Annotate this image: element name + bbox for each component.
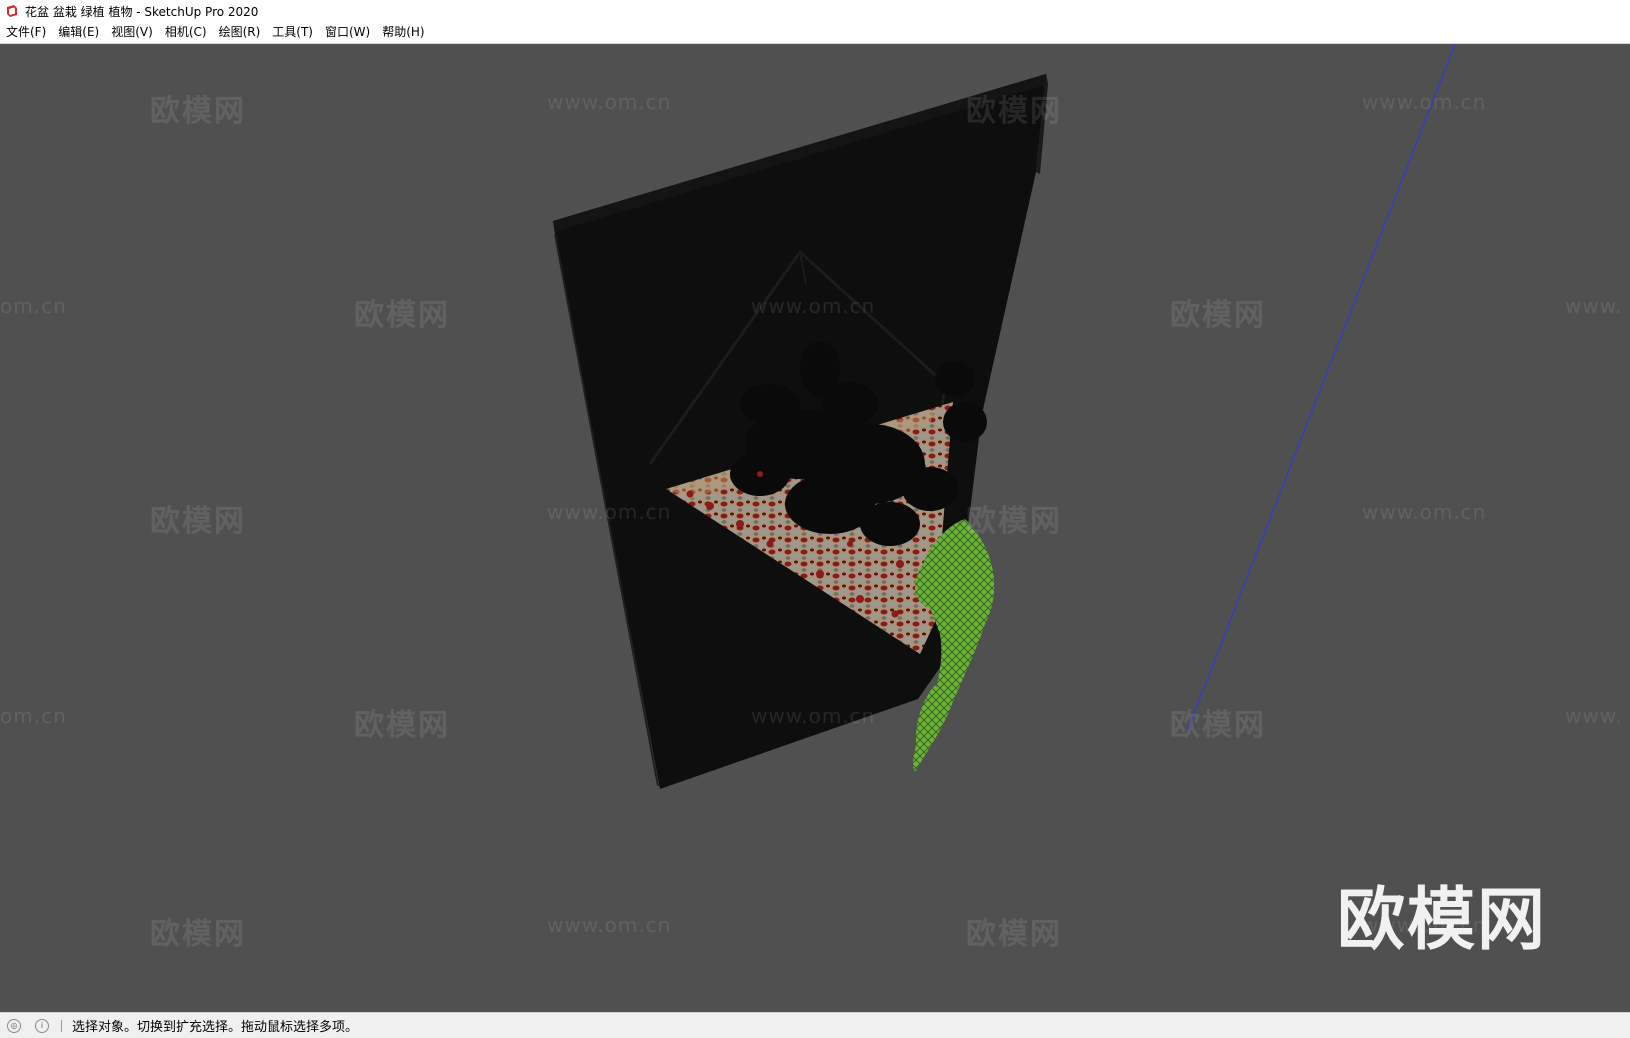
status-divider xyxy=(61,1019,62,1032)
watermark-brand: 欧模网 xyxy=(966,504,1062,539)
watermark-brand: 欧模网 xyxy=(966,94,1062,129)
watermark-url: www.om.cn xyxy=(1362,90,1487,114)
model-viewport[interactable]: 欧模网 www.om.cn 欧模网 www.om.cn om.cn 欧模网 ww… xyxy=(0,44,1630,1012)
watermark-brand: 欧模网 xyxy=(150,917,246,952)
watermark-brand: 欧模网 xyxy=(150,94,246,129)
watermark-url: www.om.cn xyxy=(547,90,672,114)
menu-edit[interactable]: 编辑(E) xyxy=(52,22,105,43)
title-bar: 花盆 盆栽 绿植 植物 - SketchUp Pro 2020 xyxy=(0,0,1630,22)
menu-draw[interactable]: 绘图(R) xyxy=(213,22,267,43)
blue-axis-line xyxy=(1187,44,1456,730)
geolocation-icon[interactable]: ◎ xyxy=(7,1018,21,1033)
menu-bar: 文件(F) 编辑(E) 视图(V) 相机(C) 绘图(R) 工具(T) 窗口(W… xyxy=(0,22,1630,44)
watermark-url-cropped: www. xyxy=(1565,294,1623,318)
watermark-brand: 欧模网 xyxy=(354,708,450,743)
watermark-url: www.om.cn xyxy=(751,704,876,728)
menu-tools[interactable]: 工具(T) xyxy=(266,22,319,43)
menu-help[interactable]: 帮助(H) xyxy=(376,22,430,43)
watermark-url: www.om.cn xyxy=(547,913,672,937)
menu-window[interactable]: 窗口(W) xyxy=(319,22,376,43)
sketchup-logo-icon xyxy=(7,5,17,17)
status-message: 选择对象。切换到扩充选择。拖动鼠标选择多项。 xyxy=(72,1020,359,1035)
watermark-url-cropped: www. xyxy=(1565,704,1623,728)
watermark-url-cropped: om.cn xyxy=(0,294,67,318)
window-title: 花盆 盆栽 绿植 植物 - SketchUp Pro 2020 xyxy=(25,4,259,19)
brand-watermark-logo: 欧模网 xyxy=(1337,881,1548,960)
watermark-url: www.om.cn xyxy=(751,294,876,318)
watermark-url: www.om.cn xyxy=(1362,500,1487,524)
menu-camera[interactable]: 相机(C) xyxy=(159,22,213,43)
menu-file[interactable]: 文件(F) xyxy=(0,22,52,43)
info-icon[interactable]: i xyxy=(35,1018,49,1033)
watermark-brand: 欧模网 xyxy=(354,298,450,333)
watermark-brand: 欧模网 xyxy=(1170,708,1266,743)
watermark-brand: 欧模网 xyxy=(150,504,246,539)
watermark-url: www.om.cn xyxy=(547,500,672,524)
status-bar: ◎ i 选择对象。切换到扩充选择。拖动鼠标选择多项。 xyxy=(0,1012,1630,1038)
menu-view[interactable]: 视图(V) xyxy=(105,22,159,43)
watermark-url-cropped: om.cn xyxy=(0,704,67,728)
watermark-brand: 欧模网 xyxy=(1170,298,1266,333)
watermark-brand: 欧模网 xyxy=(966,917,1062,952)
